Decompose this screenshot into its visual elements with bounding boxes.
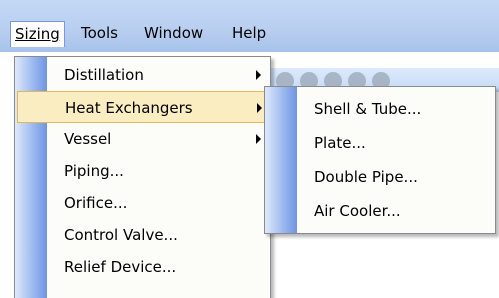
menu-item-distillation[interactable]: Distillation xyxy=(17,59,268,91)
menu-sizing-label: Sizing xyxy=(15,25,60,43)
menu-item-label: Relief Device... xyxy=(64,258,177,276)
menu-item-label: Plate... xyxy=(314,134,366,152)
menu-item-orifice[interactable]: Orifice... xyxy=(17,187,268,219)
menu-item-shell-and-tube[interactable]: Shell & Tube... xyxy=(267,93,493,125)
menu-item-label: Distillation xyxy=(64,66,144,84)
menu-tools-label: Tools xyxy=(81,24,118,42)
menu-item-label: Control Valve... xyxy=(64,226,178,244)
submenu-arrow-icon xyxy=(256,134,261,144)
menu-item-plate[interactable]: Plate... xyxy=(267,127,493,159)
menu-help[interactable]: Help xyxy=(228,21,270,45)
menu-item-control-valve[interactable]: Control Valve... xyxy=(17,219,268,251)
submenu-arrow-icon xyxy=(257,103,262,113)
menu-tools[interactable]: Tools xyxy=(77,21,122,45)
menu-item-label: Shell & Tube... xyxy=(314,100,422,118)
menu-item-vessel[interactable]: Vessel xyxy=(17,123,268,155)
menu-item-relief-device[interactable]: Relief Device... xyxy=(17,251,268,283)
menu-item-label: Vessel xyxy=(64,130,112,148)
menu-item-piping[interactable]: Piping... xyxy=(17,155,268,187)
sizing-menu: Distillation Heat Exchangers Vessel Pipi… xyxy=(14,56,271,298)
menu-window[interactable]: Window xyxy=(140,21,207,45)
menu-item-label: Piping... xyxy=(64,162,124,180)
menu-sizing[interactable]: Sizing xyxy=(10,21,65,47)
menu-item-air-cooler[interactable]: Air Cooler... xyxy=(267,195,493,227)
submenu-arrow-icon xyxy=(256,70,261,80)
menu-item-label: Heat Exchangers xyxy=(65,99,193,117)
menu-help-label: Help xyxy=(232,24,267,42)
menu-item-double-pipe[interactable]: Double Pipe... xyxy=(267,161,493,193)
menu-window-label: Window xyxy=(144,24,204,42)
menu-item-label: Air Cooler... xyxy=(314,202,401,220)
menu-item-label: Double Pipe... xyxy=(314,168,418,186)
menu-item-label: Orifice... xyxy=(64,194,128,212)
menu-item-heat-exchangers[interactable]: Heat Exchangers xyxy=(17,91,268,123)
menu-bar: Sizing Tools Window Help xyxy=(0,0,499,52)
heat-exchangers-submenu: Shell & Tube... Plate... Double Pipe... … xyxy=(264,86,496,234)
